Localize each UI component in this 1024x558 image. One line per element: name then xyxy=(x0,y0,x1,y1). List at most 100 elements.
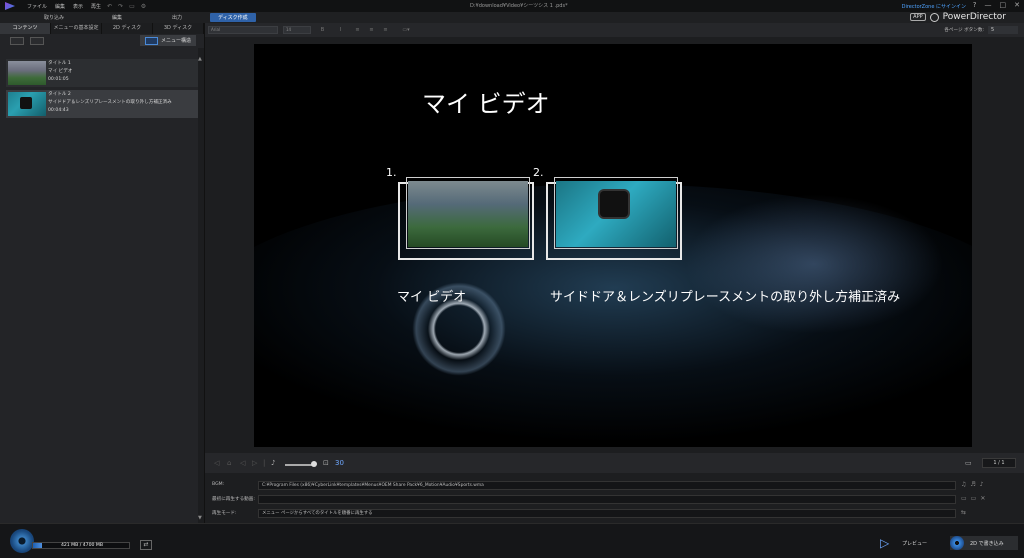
close-icon[interactable]: ✕ xyxy=(1014,1,1020,9)
title-name: タイトル 1 xyxy=(48,61,71,66)
app-badge[interactable]: APP xyxy=(910,13,926,21)
bold-icon[interactable]: B xyxy=(318,26,327,34)
burn-disc-icon xyxy=(950,536,964,550)
bgm-settings-icon[interactable]: ♬ xyxy=(970,481,975,488)
subtab-3d-disc[interactable]: 3D ディスク xyxy=(153,23,204,34)
preview-play-icon: ▷ xyxy=(880,536,890,550)
tab-disc-create[interactable]: ディスク作成 xyxy=(210,13,256,22)
align-right-icon[interactable]: ≡ xyxy=(381,26,390,34)
left-toolbar: メニュー構造 xyxy=(0,34,204,48)
align-left-icon[interactable]: ≡ xyxy=(353,26,362,34)
capture-icon[interactable]: ▭ xyxy=(129,3,135,10)
title-duration: 00:04:43 xyxy=(48,108,69,113)
menu-page-title[interactable]: マイ ビデオ xyxy=(422,84,550,119)
menu-playback[interactable]: 再生 xyxy=(91,3,101,10)
powerdirector-logo-icon xyxy=(3,0,19,12)
subtab-menu-settings[interactable]: メニューの基本設定 xyxy=(51,23,102,34)
directorzone-signin-link[interactable]: DirectorZone にサインイン xyxy=(902,3,966,10)
first-play-add-icon[interactable]: ▭ xyxy=(961,495,967,502)
mode-tabs-bar: 取り込み 編集 出力 ディスク作成 xyxy=(0,12,1024,23)
menu-editor: Arial 14 B I ≡ ≡ ≡ ▭▾ 各ページ ボタン数: 5 マイ ビデ… xyxy=(205,23,1024,523)
add-title-icon[interactable] xyxy=(10,37,24,45)
italic-icon[interactable]: I xyxy=(336,26,345,34)
bgm-browse-icon[interactable]: ♫ xyxy=(961,481,966,488)
buttons-per-page-select[interactable]: 5 xyxy=(988,26,1018,34)
font-name-select[interactable]: Arial xyxy=(208,26,278,34)
left-scrollbar[interactable] xyxy=(198,48,204,523)
menu-button-frame[interactable] xyxy=(398,177,534,260)
playback-bar: ◁ ⌂ ◁ ▷ | ♪ ⊡ 30 ▭ 1 / 1 xyxy=(205,453,1024,473)
buttons-per-page-label: 各ページ ボタン数: xyxy=(944,28,984,33)
playback-mode-settings-icon[interactable]: ⇆ xyxy=(961,509,966,516)
menu-preview-canvas[interactable]: マイ ビデオ 1. マイ ビデオ 2. サイドドア＆レンズリプレースメントの取り… xyxy=(254,44,972,447)
volume-slider-knob[interactable] xyxy=(311,461,317,467)
undo-icon[interactable]: ↶ xyxy=(107,3,112,10)
remove-title-icon[interactable] xyxy=(30,37,44,45)
help-icon[interactable]: ? xyxy=(973,1,977,9)
menu-view[interactable]: 表示 xyxy=(73,3,83,10)
powerdirector-brand-icon xyxy=(929,12,939,22)
bgm-row: BGM: C:¥Program Files (x86)¥CyberLink¥te… xyxy=(205,480,1024,491)
menu-file[interactable]: ファイル xyxy=(27,3,47,10)
disc-type-swap-icon[interactable]: ⇄ xyxy=(140,540,152,550)
brand-name: PowerDirector xyxy=(942,12,1006,22)
first-play-row: 最初に再生する動画: ▭ ▭ ✕ xyxy=(205,494,1024,505)
menu-button-number: 2. xyxy=(533,166,544,179)
redo-icon[interactable]: ↷ xyxy=(118,3,123,10)
previous-icon[interactable]: ◁ xyxy=(214,459,219,467)
app-window: ファイル 編集 表示 再生 ↶ ↷ ▭ ⚙ D:¥download¥Video¥… xyxy=(0,0,1024,558)
safe-zone-icon[interactable]: ⊡ xyxy=(323,459,329,467)
bgm-path-field[interactable]: C:¥Program Files (x86)¥CyberLink¥templat… xyxy=(258,481,956,490)
prev-page-icon[interactable]: ◁ xyxy=(240,459,245,467)
disc-icon xyxy=(10,529,34,553)
bgm-label: BGM: xyxy=(212,482,225,487)
title-subtitle: マイ ビデオ xyxy=(48,69,73,74)
font-size-select[interactable]: 14 xyxy=(283,26,311,34)
tab-capture[interactable]: 取り込み xyxy=(44,14,64,21)
page-counter: 1 / 1 xyxy=(982,458,1016,468)
playback-mode-label: 再生モード: xyxy=(212,511,237,516)
bgm-delete-icon[interactable]: ♪ xyxy=(980,481,984,488)
menu-button-number: 1. xyxy=(386,166,397,179)
fullscreen-icon[interactable]: ▭ xyxy=(965,459,972,467)
mute-icon[interactable]: ♪ xyxy=(271,459,275,467)
playback-mode-row: 再生モード: メニュー ページからすべてのタイトルを順番に再生する ⇆ xyxy=(205,508,1024,519)
playback-mode-field[interactable]: メニュー ページからすべてのタイトルを順番に再生する xyxy=(258,509,956,518)
menu-structure-icon xyxy=(144,36,158,45)
burn-2d-button[interactable]: 2D で書き込み xyxy=(950,536,1018,550)
background-glow-right xyxy=(684,194,944,334)
menu-button-caption[interactable]: マイ ビデオ xyxy=(397,286,466,305)
title-info: タイトル 2 サイドドア＆レンズリプレースメントの取り外し方補正済み 00:04… xyxy=(48,90,172,114)
menu-edit[interactable]: 編集 xyxy=(55,3,65,10)
format-toolbar: Arial 14 B I ≡ ≡ ≡ ▭▾ 各ページ ボタン数: 5 xyxy=(205,23,1024,37)
tab-edit[interactable]: 編集 xyxy=(112,14,122,21)
divider-icon: | xyxy=(263,459,266,467)
first-play-field[interactable] xyxy=(258,495,956,504)
title-list-item[interactable]: タイトル 1 マイ ビデオ 00:01:05 xyxy=(6,59,198,87)
first-play-trim-icon[interactable]: ▭ xyxy=(971,495,977,502)
next-page-icon[interactable]: ▷ xyxy=(252,459,257,467)
tab-produce[interactable]: 出力 xyxy=(172,14,182,21)
align-center-icon[interactable]: ≡ xyxy=(367,26,376,34)
subtab-2d-disc[interactable]: 2D ディスク xyxy=(102,23,153,34)
subtab-content[interactable]: コンテンツ xyxy=(0,23,51,34)
home-icon[interactable]: ⌂ xyxy=(227,459,231,467)
menu-button-caption[interactable]: サイドドア＆レンズリプレースメントの取り外し方補正済み xyxy=(550,286,900,305)
preview-button[interactable]: ▷ プレビュー xyxy=(880,536,940,550)
disc-capacity-text: 421 MB / 4700 MB xyxy=(60,543,104,548)
title-list-item[interactable]: タイトル 2 サイドドア＆レンズリプレースメントの取り外し方補正済み 00:04… xyxy=(6,90,198,118)
menu-button-frame[interactable] xyxy=(546,177,682,260)
burn-2d-label: 2D で書き込み xyxy=(970,540,1004,547)
document-title: D:¥download¥Video¥シーツシス 1 .pds* xyxy=(470,3,568,9)
maximize-icon[interactable]: □ xyxy=(1000,1,1007,9)
title-name: タイトル 2 xyxy=(48,92,71,97)
zoom-level[interactable]: 30 xyxy=(335,459,344,467)
layout-dropdown-icon[interactable]: ▭▾ xyxy=(399,26,413,34)
settings-gear-icon[interactable]: ⚙ xyxy=(141,3,146,10)
minimize-icon[interactable]: — xyxy=(985,1,992,9)
preview-label: プレビュー xyxy=(902,540,928,547)
bgm-controls: ♫ ♬ ♪ xyxy=(961,481,984,488)
brand-area: APP PowerDirector xyxy=(910,12,1006,22)
menu-structure-button[interactable]: メニュー構造 xyxy=(139,35,196,46)
first-play-delete-icon[interactable]: ✕ xyxy=(980,495,985,502)
